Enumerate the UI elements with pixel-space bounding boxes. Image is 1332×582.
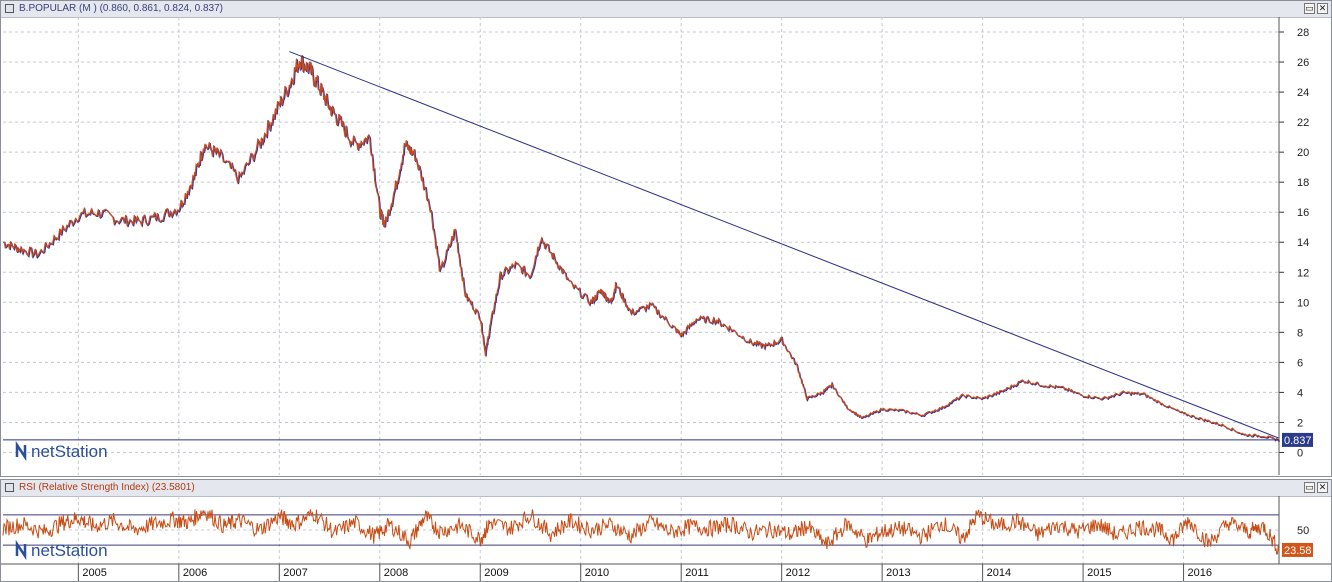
rsi-series-line <box>2 509 1280 555</box>
y-tick-label: 20 <box>1297 147 1309 159</box>
x-tick-label: 2011 <box>685 567 709 579</box>
y-tick-label: 28 <box>1297 27 1309 39</box>
rsi-panel-titlebar: RSI (Relative Strength Index) (23.5801) … <box>1 480 1331 497</box>
x-tick-label: 2006 <box>183 567 207 579</box>
rsi-panel-title: RSI (Relative Strength Index) (23.5801) <box>19 482 195 493</box>
rsi-netstation-watermark: netStation <box>31 541 108 560</box>
y-tick-label: 8 <box>1297 327 1303 339</box>
rsi-chart[interactable]: 50 23.58 netStation 2005 2006 2007 2008 2009 201… <box>1 496 1331 581</box>
price-series-line-up <box>3 55 1281 442</box>
price-panel-title: B.POPULAR (M ) (0.860, 0.861, 0.824, 0.8… <box>19 3 223 14</box>
x-tick-label: 2008 <box>384 567 408 579</box>
rsi-netstation-logo-mark <box>15 539 27 561</box>
x-tick-label: 2010 <box>585 567 609 579</box>
rsi-netstation-logo: netStation <box>15 539 108 561</box>
restore-icon[interactable]: ▭ <box>1304 3 1315 14</box>
y-tick-label: 10 <box>1297 297 1309 309</box>
y-tick-label: 12 <box>1297 267 1309 279</box>
close-icon[interactable]: ✕ <box>1317 3 1328 14</box>
trendline <box>289 51 1280 439</box>
y-tick-label: 2 <box>1297 417 1303 429</box>
x-tick-label: 2007 <box>283 567 307 579</box>
rsi-y-tick-label: 50 <box>1297 525 1309 537</box>
price-panel: B.POPULAR (M ) (0.860, 0.861, 0.824, 0.8… <box>0 0 1332 477</box>
x-tick-label: 2015 <box>1087 567 1111 579</box>
y-tick-label: 24 <box>1297 87 1309 99</box>
rsi-close-icon[interactable]: ✕ <box>1317 482 1328 493</box>
rsi-restore-icon[interactable]: ▭ <box>1304 482 1315 493</box>
netstation-logo: netStation <box>15 440 108 462</box>
netstation-watermark: netStation <box>31 442 108 461</box>
price-panel-titlebar: B.POPULAR (M ) (0.860, 0.861, 0.824, 0.8… <box>1 1 1331 18</box>
y-tick-label: 16 <box>1297 207 1309 219</box>
y-tick-label: 6 <box>1297 357 1303 369</box>
x-tick-label: 2016 <box>1188 567 1212 579</box>
window-menu-icon[interactable] <box>5 4 14 13</box>
rsi-value-badge: 23.58 <box>1282 542 1313 557</box>
netstation-logo-mark <box>15 440 27 462</box>
rsi-panel: RSI (Relative Strength Index) (23.5801) … <box>0 479 1332 582</box>
price-series-line-down <box>2 54 1280 442</box>
price-chart[interactable]: 02468101214161820222426280.837netStation <box>1 17 1331 476</box>
y-tick-label: 18 <box>1297 177 1309 189</box>
x-tick-label: 2012 <box>786 567 810 579</box>
y-tick-label: 4 <box>1297 387 1303 399</box>
y-tick-label: 22 <box>1297 117 1309 129</box>
rsi-window-menu-icon[interactable] <box>5 483 14 492</box>
last-price-label: 0.837 <box>1284 435 1312 447</box>
x-tick-label: 2014 <box>987 567 1011 579</box>
rsi-value-label: 23.58 <box>1284 545 1312 557</box>
x-tick-label: 2013 <box>886 567 910 579</box>
y-tick-label: 26 <box>1297 57 1309 69</box>
x-tick-label: 2005 <box>82 567 106 579</box>
y-tick-label: 14 <box>1297 237 1309 249</box>
last-price-badge: 0.837 <box>1282 432 1313 447</box>
x-tick-label: 2009 <box>484 567 508 579</box>
y-tick-label: 0 <box>1297 447 1303 459</box>
